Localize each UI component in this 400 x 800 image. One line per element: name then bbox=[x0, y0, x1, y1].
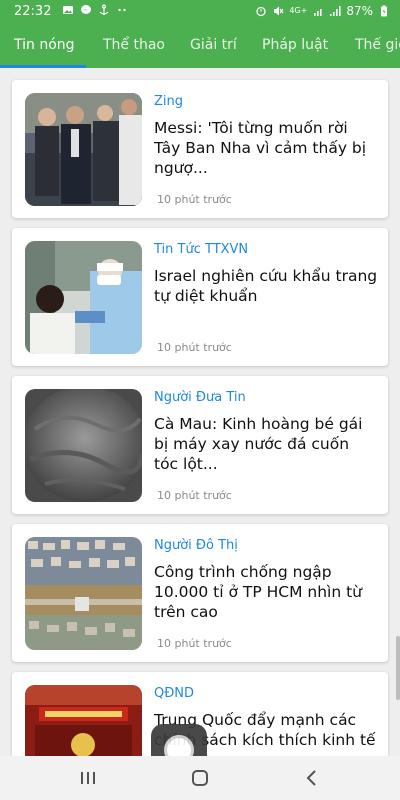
article-title[interactable]: Công trình chống ngập 10.000 tỉ ở TP HCM… bbox=[154, 562, 378, 622]
news-list[interactable]: Zing Messi: 'Tôi từng muốn rời Tây Ban N… bbox=[0, 68, 400, 756]
back-icon[interactable] bbox=[300, 766, 324, 790]
news-card[interactable]: Người Đô Thị Công trình chống ngập 10.00… bbox=[12, 524, 388, 662]
messenger-icon bbox=[81, 5, 91, 14]
article-thumbnail[interactable] bbox=[25, 537, 142, 650]
more-dots-icon bbox=[118, 8, 126, 12]
article-title[interactable]: Israel nghiên cứu khẩu trang tự diệt khu… bbox=[154, 266, 378, 306]
article-thumbnail[interactable] bbox=[25, 389, 142, 502]
system-nav-bar bbox=[0, 756, 400, 800]
recent-apps-icon[interactable] bbox=[76, 766, 100, 790]
tab-the-gioi[interactable]: Thế giới bbox=[355, 24, 400, 68]
home-icon[interactable] bbox=[188, 766, 212, 790]
article-time: 10 phút trước bbox=[157, 193, 232, 206]
app-header: 22:32 4G+ 87% Tin nóng Thể thao Giải trí… bbox=[0, 0, 400, 68]
category-tabs: Tin nóng Thể thao Giải trí Pháp luật Thế… bbox=[0, 24, 400, 68]
article-thumbnail[interactable] bbox=[25, 93, 142, 206]
battery-percent: 87% bbox=[346, 4, 373, 18]
article-time: 10 phút trước bbox=[157, 637, 232, 650]
tab-the-thao[interactable]: Thể thao bbox=[103, 24, 165, 68]
news-card[interactable]: Tin Tức TTXVN Israel nghiên cứu khẩu tra… bbox=[12, 228, 388, 366]
anchor-icon bbox=[99, 4, 109, 15]
edge-panel-handle[interactable] bbox=[396, 636, 400, 700]
tab-phap-luat[interactable]: Pháp luật bbox=[262, 24, 328, 68]
status-bar: 22:32 4G+ 87% bbox=[0, 0, 400, 24]
article-thumbnail[interactable] bbox=[25, 685, 142, 756]
battery-icon bbox=[381, 5, 387, 17]
news-card[interactable]: Người Đưa Tin Cà Mau: Kinh hoàng bé gái … bbox=[12, 376, 388, 514]
wifi-icon bbox=[314, 9, 322, 16]
article-source: Zing bbox=[154, 94, 184, 109]
article-source: Người Đô Thị bbox=[154, 538, 238, 553]
article-time: 10 phút trước bbox=[157, 489, 232, 502]
article-source: QĐND bbox=[154, 686, 195, 701]
article-title[interactable]: Messi: 'Tôi từng muốn rời Tây Ban Nha vì… bbox=[154, 118, 378, 178]
tab-tin-nong[interactable]: Tin nóng bbox=[14, 24, 75, 68]
status-time: 22:32 bbox=[14, 4, 52, 19]
alarm-icon bbox=[256, 6, 266, 17]
article-source: Người Đưa Tin bbox=[154, 390, 246, 405]
article-thumbnail[interactable] bbox=[25, 241, 142, 354]
image-icon bbox=[63, 6, 73, 14]
news-card[interactable]: Zing Messi: 'Tôi từng muốn rời Tây Ban N… bbox=[12, 80, 388, 218]
mute-icon bbox=[274, 6, 284, 16]
network-type: 4G+ bbox=[289, 6, 308, 15]
tab-giai-tri[interactable]: Giải trí bbox=[190, 24, 237, 68]
article-title[interactable]: Cà Mau: Kinh hoàng bé gái bị máy xay nướ… bbox=[154, 414, 378, 474]
article-time: 10 phút trước bbox=[157, 341, 232, 354]
signal-icon bbox=[330, 6, 341, 16]
article-source: Tin Tức TTXVN bbox=[154, 242, 249, 257]
